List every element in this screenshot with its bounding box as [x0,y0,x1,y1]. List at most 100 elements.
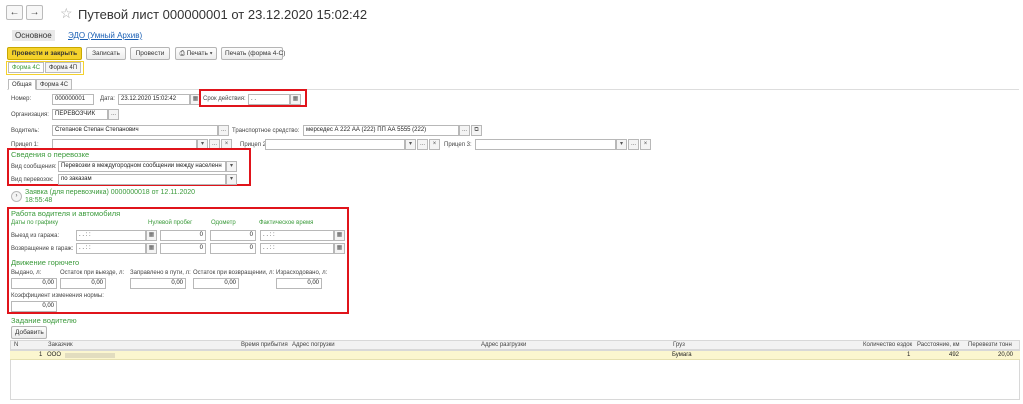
driver-label: Водитель: [11,128,40,134]
close-icon[interactable]: × [429,139,440,150]
calendar-icon[interactable]: ▦ [290,94,301,105]
tab-edo[interactable]: ЭДО (Умный Архив) [68,31,142,40]
left-return-field[interactable]: 0,00 [193,278,239,289]
col-distance[interactable]: Расстояние, км [917,342,960,348]
post-and-close-button[interactable]: Провести и закрыть [7,47,82,60]
trailer2-field[interactable] [265,139,405,150]
coef-label: Коэффициент изменения нормы: [11,293,104,299]
print-button[interactable]: ⎙ Печать ▾ [175,47,217,60]
table-row[interactable]: 1 ООО Бумага 1 492 20,00 [10,351,1020,360]
date-label: Дата: [100,96,115,102]
kind-label: Вид перевозок: [11,177,54,183]
close-icon[interactable]: × [640,139,651,150]
col-tons[interactable]: Перевезти тонн [968,342,1012,348]
chevron-down-icon[interactable]: ▾ [226,161,237,172]
schedule-label: Даты по графику [11,220,59,226]
request-title[interactable]: Заявка (для перевозчика) 0000000018 от 1… [25,189,195,196]
cell-cargo: Бумага [672,352,692,358]
col-cargo[interactable]: Груз [673,342,685,348]
table-header: N Заказчик Время прибытия Адрес погрузки… [10,340,1020,350]
issued-field[interactable]: 0,00 [11,278,57,289]
task-section-title: Задание водителю [11,316,77,325]
back-button[interactable]: ← [6,5,23,20]
depart-label: Выезд из гаража: [11,233,60,239]
col-customer[interactable]: Заказчик [48,342,73,348]
refuel-label: Заправлено в пути, л: [130,270,191,276]
return-label: Возвращение в гараж: [11,246,74,252]
number-field[interactable]: 000000001 [52,94,94,105]
chevron-down-icon: ▾ [209,50,213,57]
odometer-depart-field[interactable]: 0 [210,230,256,241]
odometer-return-field[interactable]: 0 [210,243,256,254]
link-icon[interactable]: ⧉ [471,125,482,136]
used-field[interactable]: 0,00 [276,278,322,289]
left-return-label: Остаток при возвращении, л: [193,270,275,276]
calendar-icon[interactable]: ▦ [146,230,157,241]
validity-label: Срок действия: [203,96,246,102]
chevron-down-icon[interactable]: ▾ [405,139,416,150]
vehicle-field[interactable]: мерседес А 222 АА (222) ПП АА 5555 (222) [303,125,459,136]
form-4c-tab[interactable]: Форма 4С [8,62,45,73]
driver-select-button[interactable]: ... [218,125,229,136]
col-arrival[interactable]: Время прибытия [241,342,288,348]
cell-distance: 492 [949,352,960,358]
refuel-field[interactable]: 0,00 [130,278,186,289]
zero-run-label: Нулевой пробег [148,220,193,226]
forward-button[interactable]: → [26,5,43,20]
post-button[interactable]: Провести [130,47,170,60]
vehicle-label: Транспортное средство: [232,128,300,134]
inner-tab-general[interactable]: Общая [8,79,36,90]
actual-depart-field[interactable]: . . : : [260,230,334,241]
print-form-button[interactable]: Печать (форма 4-С) [221,47,285,60]
form-4p-tab[interactable]: Форма 4П [45,62,82,73]
add-button[interactable]: Добавить [11,326,47,339]
calendar-icon[interactable]: ▦ [146,243,157,254]
chevron-down-icon[interactable]: ▾ [616,139,627,150]
transport-section-title: Сведения о перевозке [11,150,90,159]
org-label: Организация: [11,112,49,118]
used-label: Израсходовано, л: [276,270,328,276]
vehicle-select-button[interactable]: ... [459,125,470,136]
col-trips[interactable]: Количество ездок [863,342,912,348]
zero-return-field[interactable]: 0 [160,243,206,254]
trailer2-select-button[interactable]: ... [417,139,428,150]
trailer3-select-button[interactable]: ... [628,139,639,150]
customer-redacted [65,353,115,358]
message-field[interactable]: Перевозки в междугородном сообщении межд… [58,161,226,172]
col-load-address[interactable]: Адрес погрузки [292,342,335,348]
col-n[interactable]: N [14,342,18,348]
left-depart-field[interactable]: 0,00 [60,278,106,289]
cell-trips: 1 [907,352,911,358]
depart-date-field[interactable]: . . : : [76,230,146,241]
zero-depart-field[interactable]: 0 [160,230,206,241]
inner-tab-form4c[interactable]: Форма 4С [36,79,73,90]
expand-icon[interactable]: › [11,191,22,202]
trailer3-field[interactable] [475,139,616,150]
work-section-title: Работа водителя и автомобиля [11,209,121,218]
left-depart-label: Остаток при выезде, л: [60,270,125,276]
print-label: Печать [186,50,208,57]
coef-field[interactable]: 0,00 [11,301,57,312]
calendar-icon[interactable]: ▦ [334,230,345,241]
chevron-down-icon[interactable]: ▾ [226,174,237,185]
number-label: Номер: [11,96,32,102]
actual-return-field[interactable]: . . : : [260,243,334,254]
return-date-field[interactable]: . . : : [76,243,146,254]
org-field[interactable]: ПЕРЕВОЗЧИК [52,109,108,120]
calendar-icon[interactable]: ▦ [334,243,345,254]
date-field[interactable]: 23.12.2020 15:02:42 [118,94,190,105]
trailer3-label: Прицеп 3: [444,142,472,148]
org-select-button[interactable]: ... [108,109,119,120]
driver-field[interactable]: Степанов Степан Степанович [52,125,218,136]
cell-tons: 20,00 [998,352,1014,358]
kind-field[interactable]: по заказам [58,174,226,185]
validity-field[interactable]: . . [248,94,290,105]
save-button[interactable]: Записать [86,47,126,60]
odometer-label: Одометр [211,220,236,226]
favorite-star-icon[interactable]: ☆ [60,5,73,22]
cell-n: 1 [39,352,43,358]
actual-time-label: Фактическое время [259,220,314,226]
fuel-section-title: Движение горючего [11,258,80,267]
tab-main[interactable]: Основное [12,30,55,41]
col-unload-address[interactable]: Адрес разгрузки [481,342,526,348]
